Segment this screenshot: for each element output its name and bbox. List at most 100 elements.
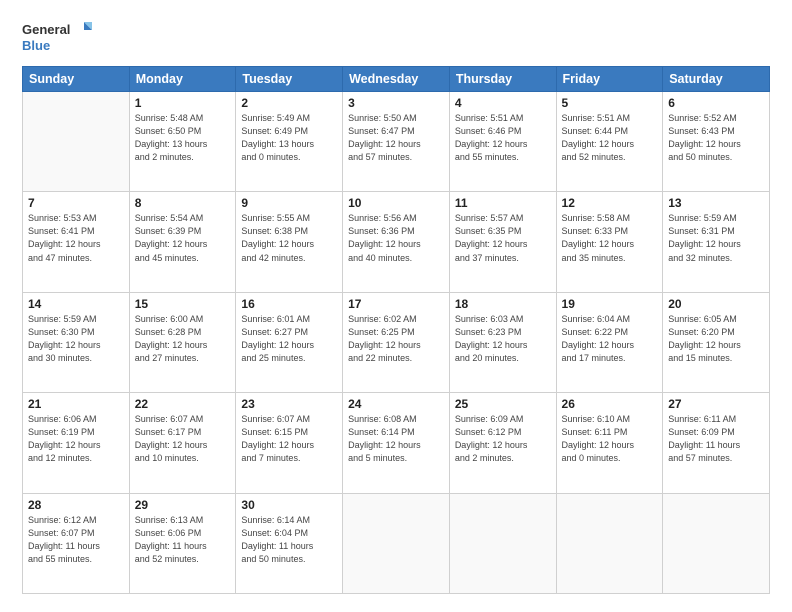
day-info: Sunrise: 6:08 AM Sunset: 6:14 PM Dayligh…	[348, 413, 444, 465]
day-info: Sunrise: 5:59 AM Sunset: 6:30 PM Dayligh…	[28, 313, 124, 365]
day-info: Sunrise: 5:54 AM Sunset: 6:39 PM Dayligh…	[135, 212, 231, 264]
calendar-cell	[23, 92, 130, 192]
day-number: 8	[135, 196, 231, 210]
week-row-3: 14 Sunrise: 5:59 AM Sunset: 6:30 PM Dayli…	[23, 292, 770, 392]
calendar-cell: 7 Sunrise: 5:53 AM Sunset: 6:41 PM Daylig…	[23, 192, 130, 292]
week-row-2: 7 Sunrise: 5:53 AM Sunset: 6:41 PM Daylig…	[23, 192, 770, 292]
weekday-header-row: SundayMondayTuesdayWednesdayThursdayFrid…	[23, 67, 770, 92]
day-info: Sunrise: 5:59 AM Sunset: 6:31 PM Dayligh…	[668, 212, 764, 264]
calendar-cell: 3 Sunrise: 5:50 AM Sunset: 6:47 PM Daylig…	[343, 92, 450, 192]
day-number: 10	[348, 196, 444, 210]
calendar-cell: 19 Sunrise: 6:04 AM Sunset: 6:22 PM Dayli…	[556, 292, 663, 392]
weekday-header-tuesday: Tuesday	[236, 67, 343, 92]
day-number: 3	[348, 96, 444, 110]
day-number: 16	[241, 297, 337, 311]
calendar-cell: 9Sunrise: 5:55 AM Sunset: 6:38 PM Daylig…	[236, 192, 343, 292]
day-number: 22	[135, 397, 231, 411]
calendar-cell: 24 Sunrise: 6:08 AM Sunset: 6:14 PM Dayli…	[343, 393, 450, 493]
calendar-cell: 27 Sunrise: 6:11 AM Sunset: 6:09 PM Dayli…	[663, 393, 770, 493]
week-row-4: 21 Sunrise: 6:06 AM Sunset: 6:19 PM Dayli…	[23, 393, 770, 493]
day-info: Sunrise: 5:57 AM Sunset: 6:35 PM Dayligh…	[455, 212, 551, 264]
day-info: Sunrise: 6:01 AM Sunset: 6:27 PM Dayligh…	[241, 313, 337, 365]
day-info: Sunrise: 5:50 AM Sunset: 6:47 PM Dayligh…	[348, 112, 444, 164]
day-info: Sunrise: 6:04 AM Sunset: 6:22 PM Dayligh…	[562, 313, 658, 365]
calendar-cell: 30 Sunrise: 6:14 AM Sunset: 6:04 PM Dayli…	[236, 493, 343, 593]
calendar-cell: 14 Sunrise: 5:59 AM Sunset: 6:30 PM Dayli…	[23, 292, 130, 392]
calendar-cell: 22 Sunrise: 6:07 AM Sunset: 6:17 PM Dayli…	[129, 393, 236, 493]
calendar-cell: 15Sunrise: 6:00 AM Sunset: 6:28 PM Dayli…	[129, 292, 236, 392]
weekday-header-monday: Monday	[129, 67, 236, 92]
day-number: 18	[455, 297, 551, 311]
day-number: 5	[562, 96, 658, 110]
calendar-cell: 6Sunrise: 5:52 AM Sunset: 6:43 PM Daylig…	[663, 92, 770, 192]
day-info: Sunrise: 6:14 AM Sunset: 6:04 PM Dayligh…	[241, 514, 337, 566]
day-info: Sunrise: 6:10 AM Sunset: 6:11 PM Dayligh…	[562, 413, 658, 465]
day-number: 21	[28, 397, 124, 411]
calendar-cell	[449, 493, 556, 593]
calendar-cell: 13 Sunrise: 5:59 AM Sunset: 6:31 PM Dayli…	[663, 192, 770, 292]
day-info: Sunrise: 5:56 AM Sunset: 6:36 PM Dayligh…	[348, 212, 444, 264]
day-info: Sunrise: 6:13 AM Sunset: 6:06 PM Dayligh…	[135, 514, 231, 566]
weekday-header-saturday: Saturday	[663, 67, 770, 92]
day-info: Sunrise: 5:49 AM Sunset: 6:49 PM Dayligh…	[241, 112, 337, 164]
day-number: 2	[241, 96, 337, 110]
day-number: 29	[135, 498, 231, 512]
day-info: Sunrise: 5:58 AM Sunset: 6:33 PM Dayligh…	[562, 212, 658, 264]
calendar-cell: 16 Sunrise: 6:01 AM Sunset: 6:27 PM Dayli…	[236, 292, 343, 392]
day-number: 26	[562, 397, 658, 411]
day-number: 27	[668, 397, 764, 411]
day-info: Sunrise: 6:02 AM Sunset: 6:25 PM Dayligh…	[348, 313, 444, 365]
day-number: 4	[455, 96, 551, 110]
day-info: Sunrise: 6:12 AM Sunset: 6:07 PM Dayligh…	[28, 514, 124, 566]
calendar-cell: 8 Sunrise: 5:54 AM Sunset: 6:39 PM Daylig…	[129, 192, 236, 292]
weekday-header-friday: Friday	[556, 67, 663, 92]
calendar-cell	[556, 493, 663, 593]
day-info: Sunrise: 6:07 AM Sunset: 6:17 PM Dayligh…	[135, 413, 231, 465]
weekday-header-thursday: Thursday	[449, 67, 556, 92]
day-number: 1	[135, 96, 231, 110]
day-number: 20	[668, 297, 764, 311]
calendar-cell: 26 Sunrise: 6:10 AM Sunset: 6:11 PM Dayli…	[556, 393, 663, 493]
day-number: 28	[28, 498, 124, 512]
logo-svg: General Blue	[22, 18, 92, 56]
day-number: 24	[348, 397, 444, 411]
day-number: 7	[28, 196, 124, 210]
day-number: 11	[455, 196, 551, 210]
day-info: Sunrise: 6:09 AM Sunset: 6:12 PM Dayligh…	[455, 413, 551, 465]
calendar-cell: 2 Sunrise: 5:49 AM Sunset: 6:49 PM Daylig…	[236, 92, 343, 192]
day-info: Sunrise: 5:51 AM Sunset: 6:44 PM Dayligh…	[562, 112, 658, 164]
calendar-cell: 1Sunrise: 5:48 AM Sunset: 6:50 PM Daylig…	[129, 92, 236, 192]
day-number: 6	[668, 96, 764, 110]
calendar-cell: 12Sunrise: 5:58 AM Sunset: 6:33 PM Dayli…	[556, 192, 663, 292]
header: General Blue	[22, 18, 770, 56]
day-number: 19	[562, 297, 658, 311]
day-number: 13	[668, 196, 764, 210]
day-info: Sunrise: 5:51 AM Sunset: 6:46 PM Dayligh…	[455, 112, 551, 164]
calendar-cell: 29 Sunrise: 6:13 AM Sunset: 6:06 PM Dayli…	[129, 493, 236, 593]
calendar-cell: 11 Sunrise: 5:57 AM Sunset: 6:35 PM Dayli…	[449, 192, 556, 292]
day-info: Sunrise: 6:03 AM Sunset: 6:23 PM Dayligh…	[455, 313, 551, 365]
calendar-cell: 17 Sunrise: 6:02 AM Sunset: 6:25 PM Dayli…	[343, 292, 450, 392]
calendar-cell: 4 Sunrise: 5:51 AM Sunset: 6:46 PM Daylig…	[449, 92, 556, 192]
svg-text:Blue: Blue	[22, 38, 50, 53]
svg-text:General: General	[22, 22, 70, 37]
day-info: Sunrise: 5:53 AM Sunset: 6:41 PM Dayligh…	[28, 212, 124, 264]
calendar-cell: 10 Sunrise: 5:56 AM Sunset: 6:36 PM Dayli…	[343, 192, 450, 292]
day-info: Sunrise: 6:05 AM Sunset: 6:20 PM Dayligh…	[668, 313, 764, 365]
calendar-cell: 21 Sunrise: 6:06 AM Sunset: 6:19 PM Dayli…	[23, 393, 130, 493]
week-row-1: 1Sunrise: 5:48 AM Sunset: 6:50 PM Daylig…	[23, 92, 770, 192]
page: General Blue SundayMondayTuesdayWednesda…	[0, 0, 792, 612]
day-number: 17	[348, 297, 444, 311]
day-info: Sunrise: 6:06 AM Sunset: 6:19 PM Dayligh…	[28, 413, 124, 465]
day-number: 14	[28, 297, 124, 311]
day-number: 9	[241, 196, 337, 210]
calendar-cell: 25Sunrise: 6:09 AM Sunset: 6:12 PM Dayli…	[449, 393, 556, 493]
day-info: Sunrise: 6:07 AM Sunset: 6:15 PM Dayligh…	[241, 413, 337, 465]
day-info: Sunrise: 6:11 AM Sunset: 6:09 PM Dayligh…	[668, 413, 764, 465]
calendar-cell	[663, 493, 770, 593]
calendar-cell: 28 Sunrise: 6:12 AM Sunset: 6:07 PM Dayli…	[23, 493, 130, 593]
day-number: 23	[241, 397, 337, 411]
calendar-cell: 18 Sunrise: 6:03 AM Sunset: 6:23 PM Dayli…	[449, 292, 556, 392]
day-number: 30	[241, 498, 337, 512]
day-info: Sunrise: 6:00 AM Sunset: 6:28 PM Dayligh…	[135, 313, 231, 365]
